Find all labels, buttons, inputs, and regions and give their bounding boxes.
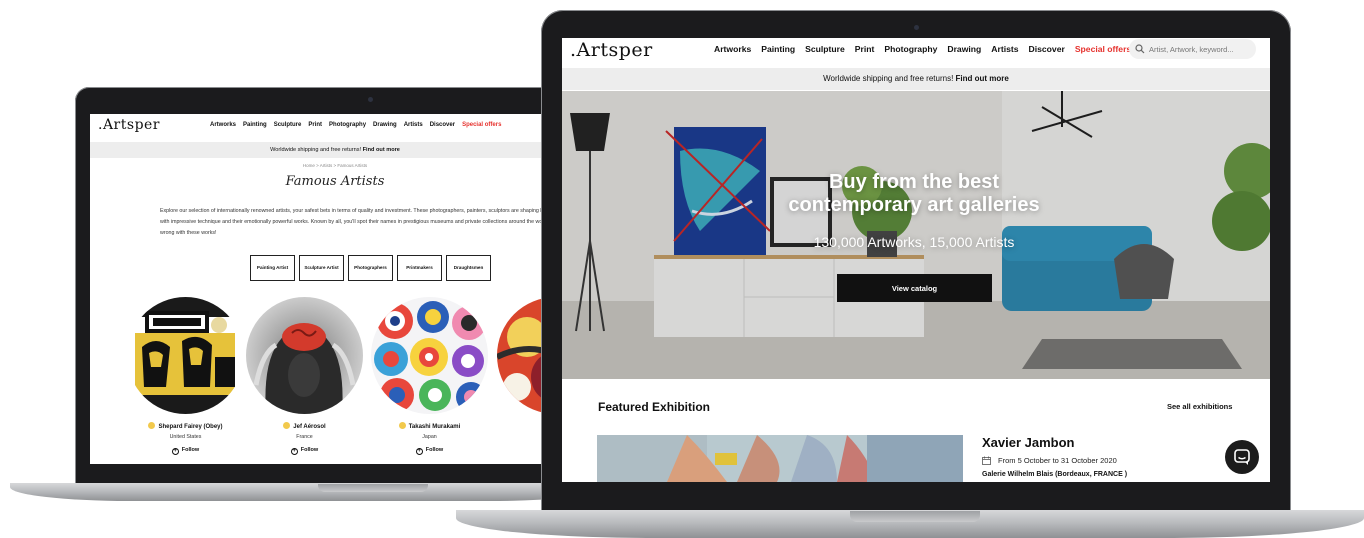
laptop-large-screen: .Artsper Artworks Painting Sculpture Pri… <box>562 38 1270 482</box>
artist-badge-icon <box>283 422 291 429</box>
hero-subtitle: 130,000 Artworks, 15,000 Artists <box>813 234 1015 250</box>
small-nav-sculpture[interactable]: Sculpture <box>274 122 302 128</box>
page-description: Explore our selection of internationally… <box>160 208 580 236</box>
follow-label: Follow <box>300 447 319 453</box>
nav-print[interactable]: Print <box>855 44 875 54</box>
view-catalog-button[interactable]: View catalog <box>837 274 992 302</box>
main-nav-menu: Artworks Painting Sculpture Print Photog… <box>714 44 1131 54</box>
follow-label: Follow <box>425 447 444 453</box>
small-nav-print[interactable]: Print <box>308 122 322 128</box>
exhibition-dates-text: From 5 October to 31 October 2020 <box>998 456 1117 465</box>
laptop-small-base <box>10 483 610 501</box>
small-nav-menu: Artworks Painting Sculpture Print Photog… <box>210 122 501 128</box>
nav-drawing[interactable]: Drawing <box>947 44 981 54</box>
artist-image-shepard-fairey[interactable] <box>127 297 244 414</box>
small-nav-drawing[interactable]: Drawing <box>373 122 397 128</box>
category-painting-artist[interactable]: Painting Artist <box>250 255 295 281</box>
artist-name-text[interactable]: Jef Aérosol <box>293 424 325 430</box>
category-printmakers[interactable]: Printmakers <box>397 255 442 281</box>
search-icon <box>1135 44 1145 54</box>
artist-name[interactable]: Takashi Murakami <box>371 422 488 430</box>
small-banner-text: Worldwide shipping and free returns! <box>270 147 362 153</box>
search-bar[interactable] <box>1129 39 1256 59</box>
site-logo[interactable]: .Artsper <box>570 39 653 61</box>
small-nav-artists[interactable]: Artists <box>404 122 423 128</box>
banner-link[interactable]: Find out more <box>956 74 1009 83</box>
artist-badge-icon <box>398 422 406 429</box>
follow-plus-icon: + <box>415 448 423 455</box>
nav-photography[interactable]: Photography <box>884 44 937 54</box>
category-sculpture-artist[interactable]: Sculpture Artist <box>299 255 344 281</box>
hero-title: Buy from the best contemporary art galle… <box>788 171 1040 216</box>
hero-mockup-image: .Artsper Artworks Painting Sculpture Pri… <box>0 0 1364 538</box>
artist-country: Japan <box>422 434 437 440</box>
follow-label: Follow <box>181 447 200 453</box>
small-banner-link[interactable]: Find out more <box>363 147 400 153</box>
laptop-small-screen: .Artsper Artworks Painting Sculpture Pri… <box>90 114 580 464</box>
nav-painting[interactable]: Painting <box>761 44 795 54</box>
follow-button[interactable]: + Follow <box>246 447 363 455</box>
small-nav-photography[interactable]: Photography <box>329 122 366 128</box>
nav-sculpture[interactable]: Sculpture <box>805 44 845 54</box>
chat-button[interactable] <box>1225 440 1259 474</box>
laptop-small-notch <box>318 484 428 492</box>
exhibition-artist-name[interactable]: Xavier Jambon <box>982 435 1075 450</box>
artist-country: United States <box>169 434 202 440</box>
small-nav-artworks[interactable]: Artworks <box>210 122 236 128</box>
artist-badge-icon <box>148 422 156 429</box>
hero-section: Buy from the best contemporary art galle… <box>562 91 1270 379</box>
category-buttons: Painting Artist Sculpture Artist Photogr… <box>250 255 491 281</box>
small-logo[interactable]: .Artsper <box>98 117 160 133</box>
artist-image-jef-aerosol[interactable] <box>246 297 363 414</box>
follow-plus-icon: + <box>290 448 298 455</box>
artist-name[interactable]: Jef Aérosol <box>246 422 363 430</box>
calendar-icon <box>982 456 991 465</box>
exhibition-image[interactable] <box>597 435 963 482</box>
category-draughtsmen[interactable]: Draughtsmen <box>446 255 491 281</box>
laptop-large-camera <box>914 25 919 30</box>
featured-exhibition-heading: Featured Exhibition <box>598 400 711 414</box>
artist-image-takashi-murakami[interactable] <box>371 297 488 414</box>
nav-artworks[interactable]: Artworks <box>714 44 751 54</box>
artist-name-text[interactable]: Takashi Murakami <box>409 424 461 430</box>
artist-name-text[interactable]: Shepard Fairey (Obey) <box>158 424 222 430</box>
small-shipping-banner: Worldwide shipping and free returns! Fin… <box>90 142 580 158</box>
see-all-exhibitions-link[interactable]: See all exhibitions <box>1167 402 1232 411</box>
shipping-banner: Worldwide shipping and free returns! Fin… <box>562 68 1270 90</box>
laptop-large-notch <box>850 511 980 522</box>
exhibition-dates: From 5 October to 31 October 2020 <box>982 456 1117 465</box>
small-navbar: .Artsper Artworks Painting Sculpture Pri… <box>90 114 580 138</box>
nav-artists[interactable]: Artists <box>991 44 1018 54</box>
category-photographers[interactable]: Photographers <box>348 255 393 281</box>
exhibition-gallery[interactable]: Galerie Wilhelm Blais (Bordeaux, FRANCE … <box>982 471 1127 478</box>
follow-plus-icon: + <box>171 448 179 455</box>
search-input[interactable] <box>1149 44 1254 54</box>
breadcrumb[interactable]: Home > Artists > Famous Artists <box>90 163 580 168</box>
small-nav-discover[interactable]: Discover <box>430 122 455 128</box>
small-nav-painting[interactable]: Painting <box>243 122 267 128</box>
laptop-small-camera <box>368 97 373 102</box>
follow-button[interactable]: + Follow <box>127 447 244 455</box>
nav-special-offers[interactable]: Special offers <box>1075 44 1131 54</box>
follow-button[interactable]: + Follow <box>371 447 488 455</box>
page-title: Famous Artists <box>285 174 385 189</box>
artist-name[interactable]: Shepard Fairey (Obey) <box>127 422 244 430</box>
banner-text: Worldwide shipping and free returns! <box>823 74 954 83</box>
artist-country: France <box>296 434 313 440</box>
small-nav-special-offers[interactable]: Special offers <box>462 122 501 128</box>
nav-discover[interactable]: Discover <box>1029 44 1065 54</box>
chat-icon <box>1234 449 1250 465</box>
